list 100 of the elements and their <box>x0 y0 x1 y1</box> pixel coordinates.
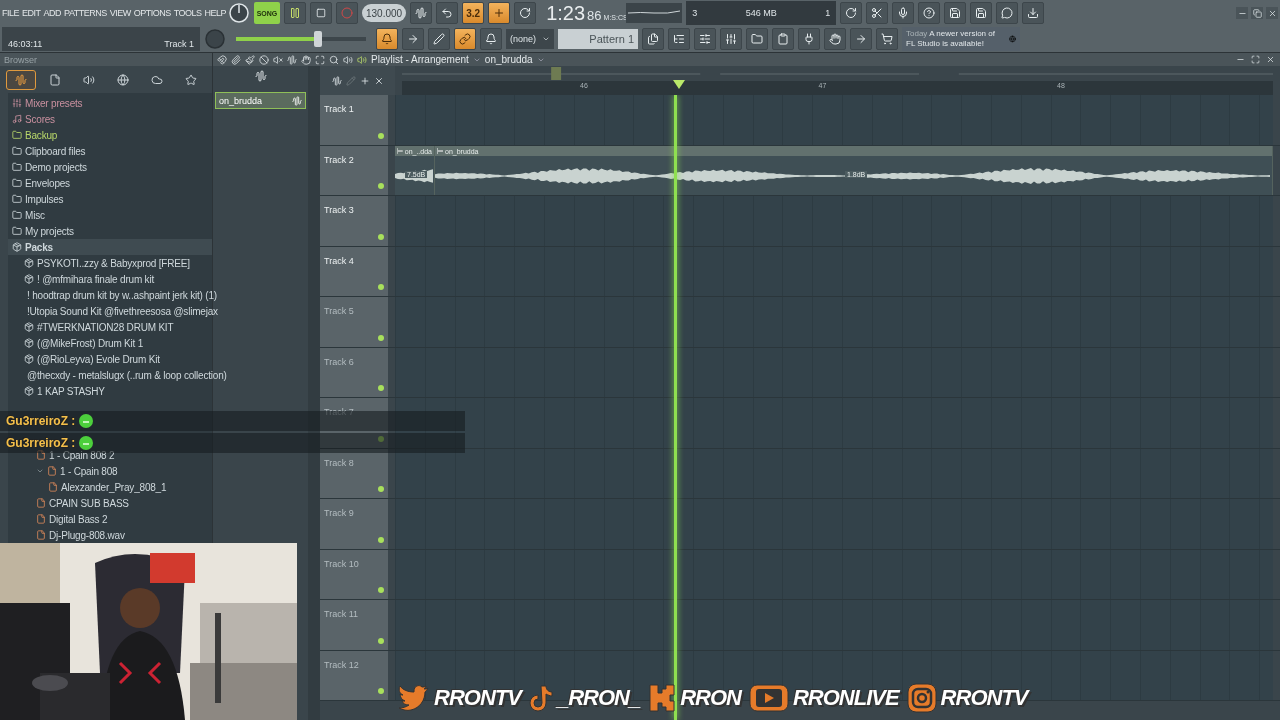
browser-item[interactable]: CPAIN SUB BASS <box>49 497 129 509</box>
browser-item[interactable]: My projects <box>25 225 74 237</box>
track-lane[interactable] <box>395 95 1273 145</box>
track-lane[interactable] <box>395 398 1273 448</box>
track-lane[interactable] <box>395 448 1273 498</box>
toggle-button[interactable] <box>436 2 459 24</box>
channel-dropdown[interactable]: (none) <box>506 29 554 49</box>
minimize-button[interactable] <box>1236 7 1248 19</box>
browser-item[interactable]: Backup <box>25 129 58 141</box>
toggle-button[interactable] <box>410 2 433 24</box>
menu-item[interactable]: OPTIONS <box>133 8 171 18</box>
browser-item[interactable]: @thecxdy - metalslugx (..rum & loop collection) <box>27 369 227 381</box>
toggle-button[interactable] <box>488 2 511 24</box>
scrollbar[interactable] <box>308 66 320 720</box>
browser-tab[interactable] <box>6 69 36 90</box>
toolbar-button[interactable] <box>996 2 1019 24</box>
toolbar-button[interactable] <box>850 28 872 50</box>
browser-item[interactable]: 1 - Cpain 808 <box>60 465 118 477</box>
track-header[interactable]: Track 2 <box>320 145 388 195</box>
track-header[interactable]: Track 3 <box>320 196 388 246</box>
track-lane[interactable] <box>395 499 1273 549</box>
track-enable-led[interactable] <box>378 132 384 139</box>
toolbar-button[interactable] <box>866 2 889 24</box>
browser-item[interactable]: ! hoodtrap drum kit by w..ashpaint jerk kit) (1) <box>27 289 217 301</box>
track-lane[interactable] <box>395 246 1273 296</box>
toggle-button[interactable] <box>402 28 424 50</box>
menu-item[interactable]: FILE <box>2 8 19 18</box>
track-header[interactable]: Track 4 <box>320 246 388 296</box>
toolbar-button[interactable] <box>720 28 742 50</box>
browser-item[interactable]: Demo projects <box>25 161 87 173</box>
restore-button[interactable] <box>1251 7 1263 19</box>
tool-button[interactable] <box>301 54 311 65</box>
track-lane[interactable] <box>395 347 1273 397</box>
browser-item[interactable]: #TWERKNATION28 DRUM KIT <box>37 321 174 333</box>
browser-item[interactable]: Scores <box>25 113 55 125</box>
browser-item[interactable]: Alexzander_Pray_808_1 <box>61 481 167 493</box>
track-enable-led[interactable] <box>378 233 384 240</box>
pause-button[interactable] <box>284 2 306 24</box>
menu-item[interactable]: EDIT <box>22 8 41 18</box>
track-lane[interactable] <box>395 297 1273 347</box>
tool-button[interactable] <box>245 54 255 65</box>
track-enable-led[interactable] <box>378 536 384 543</box>
browser-item[interactable]: Dj-Plugg-808.wav <box>49 529 125 541</box>
tool-button[interactable] <box>287 54 297 65</box>
toolbar-button[interactable] <box>798 28 820 50</box>
tool-button[interactable] <box>231 54 241 65</box>
track-enable-led[interactable] <box>378 435 384 442</box>
browser-item[interactable]: PSYKOTI..zzy & Babyxprod [FREE] <box>37 257 190 269</box>
browser-item[interactable]: Misc <box>25 209 45 221</box>
toolbar-button[interactable] <box>970 2 993 24</box>
toolbar-button[interactable] <box>668 28 690 50</box>
menu-item[interactable]: PATTERNS <box>64 8 107 18</box>
tool-button[interactable] <box>259 54 269 65</box>
track-enable-led[interactable] <box>378 334 384 341</box>
tool-button[interactable] <box>329 54 339 65</box>
tempo-field[interactable]: 130.000 <box>362 4 407 22</box>
toolbar-button[interactable] <box>772 28 794 50</box>
toggle-button[interactable] <box>428 28 450 50</box>
toolbar-button[interactable] <box>746 28 768 50</box>
track-enable-led[interactable] <box>378 486 384 492</box>
pattern-selector[interactable]: Pattern 1 <box>558 29 638 49</box>
track-header[interactable]: Track 1 <box>320 95 388 145</box>
browser-item[interactable]: Envelopes <box>25 177 70 189</box>
track-enable-led[interactable] <box>378 637 384 644</box>
tool-button[interactable] <box>343 54 353 65</box>
toolbar-button[interactable] <box>1022 2 1045 24</box>
toggle-button[interactable] <box>480 28 502 50</box>
maximize-button[interactable] <box>1249 53 1261 66</box>
menu-item[interactable]: TOOLS <box>173 8 202 18</box>
browser-item[interactable]: 1 KAP STASHY <box>37 385 105 397</box>
close-button[interactable] <box>1266 7 1278 19</box>
browser-item[interactable]: Packs <box>25 241 53 253</box>
toolbar-button[interactable] <box>840 2 863 24</box>
browser-item[interactable]: Impulses <box>25 193 64 205</box>
clip-item[interactable]: on_brudda <box>215 92 306 109</box>
menu-item[interactable]: ADD <box>43 8 62 18</box>
browser-item[interactable]: (@RioLeyva) Evole Drum Kit <box>37 353 160 365</box>
browser-item[interactable]: 1 - Cpain 808 2 <box>49 449 115 461</box>
track-enable-led[interactable] <box>378 385 384 391</box>
toolbar-button[interactable] <box>694 28 716 50</box>
toolbar-button[interactable] <box>918 2 941 24</box>
toggle-button[interactable]: 3.2 <box>462 2 485 24</box>
browser-item[interactable]: Mixer presets <box>25 97 83 109</box>
toolbar-button[interactable] <box>824 28 846 50</box>
news-panel[interactable]: Today A newer version of FL Studio is available! <box>902 27 1020 51</box>
browser-item[interactable]: (@MikeFrost) Drum Kit 1 <box>37 337 144 349</box>
toolbar-button[interactable] <box>642 28 664 50</box>
track-enable-led[interactable] <box>378 587 384 593</box>
browser-item[interactable]: ! @mfmihara finale drum kit <box>37 273 154 285</box>
toggle-button[interactable] <box>376 28 398 50</box>
toggle-button[interactable] <box>514 2 537 24</box>
browser-item[interactable]: Clipboard files <box>25 145 86 157</box>
track-enable-led[interactable] <box>378 688 384 694</box>
toggle-button[interactable] <box>454 28 476 50</box>
track-lane[interactable] <box>395 600 1273 650</box>
tool-button[interactable] <box>315 54 325 65</box>
toolbar-button[interactable] <box>944 2 967 24</box>
stop-button[interactable] <box>310 2 332 24</box>
track-lane[interactable] <box>395 196 1273 246</box>
menu-item[interactable]: VIEW <box>109 8 131 18</box>
